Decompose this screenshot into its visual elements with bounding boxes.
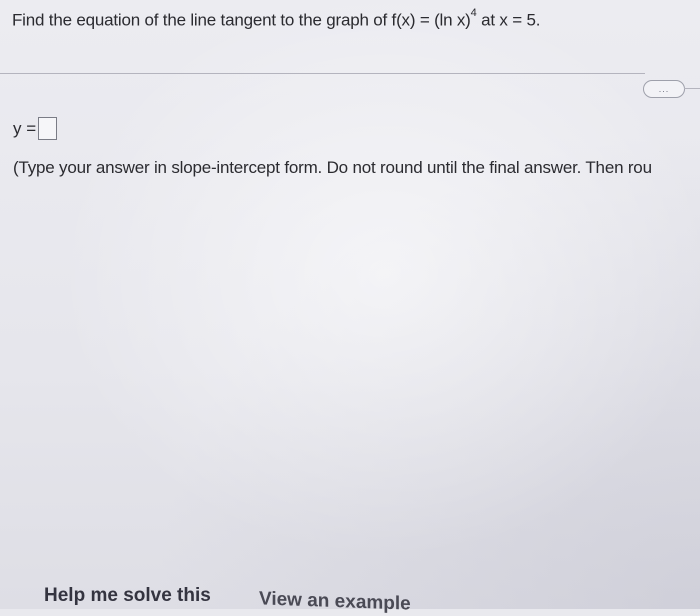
answer-input[interactable] <box>38 117 58 140</box>
instructions-text: (Type your answer in slope-intercept for… <box>13 158 652 177</box>
answer-label: y = <box>13 118 37 138</box>
question-prefix: Find the equation of the line tangent to… <box>12 10 471 30</box>
view-example-button[interactable]: View an example <box>259 588 411 615</box>
question-suffix: at x = 5. <box>476 10 541 30</box>
more-options-button[interactable]: ... <box>643 80 685 98</box>
section-divider-right <box>684 88 700 89</box>
action-bar: Help me solve this View an example <box>0 583 700 615</box>
section-divider <box>0 73 645 74</box>
question-text: Find the equation of the line tangent to… <box>12 7 541 31</box>
question-exponent: 4 <box>470 7 477 19</box>
help-me-solve-button[interactable]: Help me solve this <box>44 585 211 607</box>
answer-row: y = <box>13 117 58 140</box>
screen-background <box>0 0 700 609</box>
